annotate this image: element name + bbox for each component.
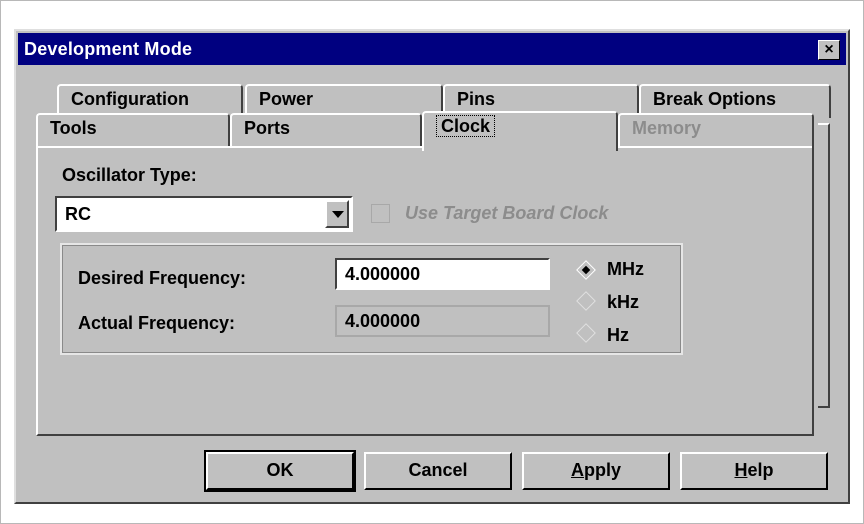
tab-label: Memory: [632, 118, 702, 138]
desired-frequency-input[interactable]: 4.000000: [335, 258, 550, 290]
tab-label: Configuration: [71, 89, 189, 109]
close-button[interactable]: ×: [818, 40, 840, 60]
tab-tools[interactable]: Tools: [36, 113, 230, 148]
help-mnemonic: H: [734, 460, 748, 480]
tab-memory[interactable]: Memory: [618, 113, 814, 148]
oscillator-type-select[interactable]: RC: [55, 196, 353, 232]
panel-top-edge: [618, 146, 812, 148]
tab-label: Power: [259, 89, 314, 109]
help-button-label: elp: [747, 460, 774, 480]
ok-button[interactable]: OK: [204, 450, 356, 492]
unit-hz-label: Hz: [607, 325, 629, 345]
tab-label: Pins: [457, 89, 496, 109]
tab-clock[interactable]: Clock: [422, 111, 618, 151]
cancel-button-label: Cancel: [408, 460, 468, 480]
title-bar: Development Mode ×: [18, 33, 846, 65]
apply-button-label: pply: [583, 460, 621, 480]
actual-frequency-value: 4.000000: [345, 311, 421, 331]
ok-button-label: OK: [266, 460, 294, 480]
close-icon: ×: [824, 41, 834, 58]
desired-frequency-value: 4.000000: [345, 264, 421, 284]
tab-ports[interactable]: Ports: [230, 113, 422, 148]
unit-khz-label: kHz: [607, 292, 640, 312]
oscillator-type-value: RC: [65, 204, 91, 224]
use-target-board-clock-checkbox[interactable]: [371, 204, 390, 223]
tab-label: Ports: [244, 118, 291, 138]
help-button[interactable]: Help: [680, 452, 828, 490]
oscillator-type-label: Oscillator Type:: [62, 165, 197, 185]
tab-label: Break Options: [653, 89, 777, 109]
actual-frequency-field: 4.000000: [335, 305, 550, 337]
actual-frequency-label: Actual Frequency:: [78, 313, 236, 333]
window-title: Development Mode: [24, 39, 193, 59]
tab-label: Tools: [50, 118, 97, 138]
panel-top-edge: [38, 146, 422, 148]
cancel-button[interactable]: Cancel: [364, 452, 512, 490]
use-target-board-clock-label: Use Target Board Clock: [405, 203, 609, 223]
apply-button[interactable]: Apply: [522, 452, 670, 490]
unit-mhz-label: MHz: [607, 259, 644, 279]
desired-frequency-label: Desired Frequency:: [78, 268, 247, 288]
tab-label: Clock: [436, 115, 496, 137]
chevron-down-icon[interactable]: [325, 200, 349, 228]
back-tab-panel-edge: [818, 123, 830, 408]
apply-mnemonic: A: [570, 460, 584, 480]
